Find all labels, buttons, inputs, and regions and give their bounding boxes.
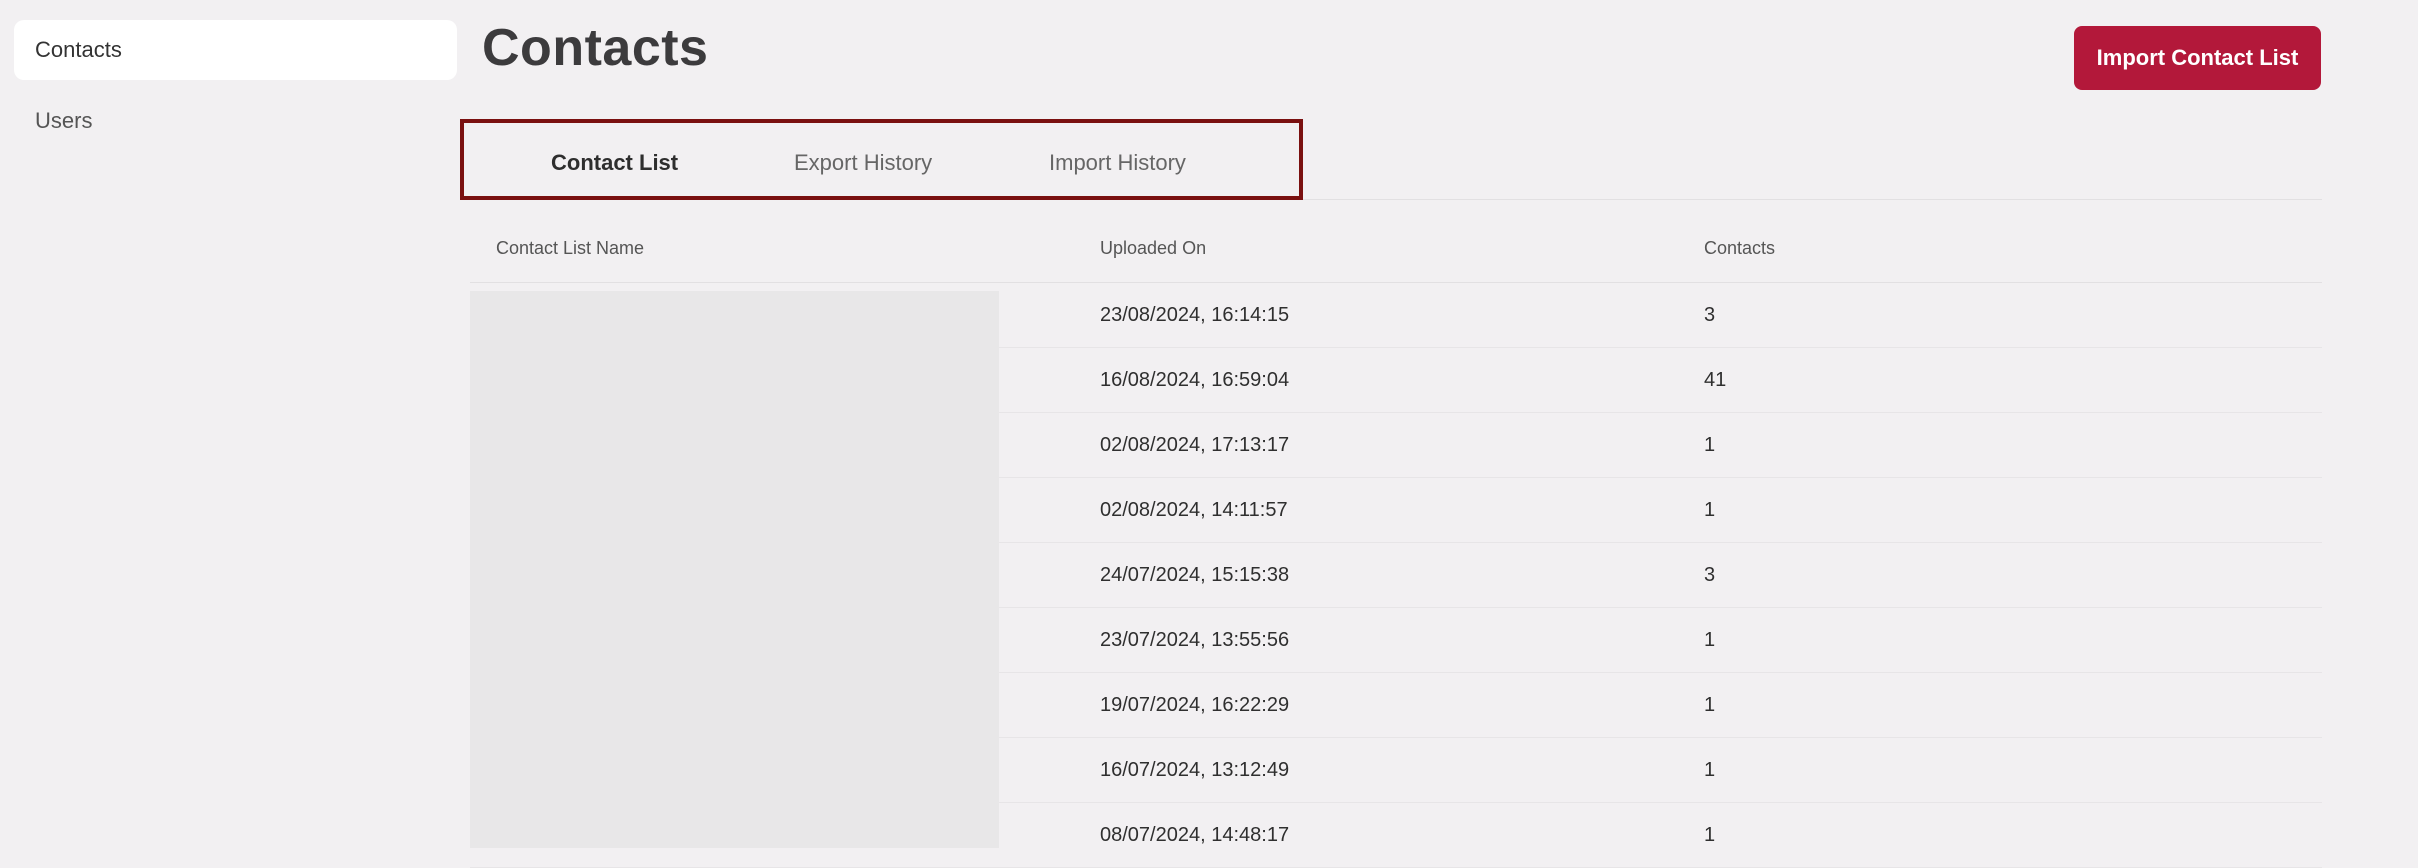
uploaded-on-cell: 24/07/2024, 15:15:38: [1100, 564, 1290, 586]
tab-contact-list[interactable]: Contact List: [551, 123, 678, 196]
uploaded-on-cell: 02/08/2024, 14:11:57: [1100, 499, 1288, 521]
sidebar: Contacts Users: [0, 0, 470, 862]
contacts-count-cell: 3: [1704, 304, 1716, 326]
contacts-count-cell: 1: [1704, 694, 1716, 716]
contacts-count-cell: 1: [1704, 629, 1716, 651]
uploaded-on-cell: 08/07/2024, 14:48:17: [1100, 824, 1290, 846]
uploaded-on-cell: 23/07/2024, 13:55:56: [1100, 629, 1290, 651]
import-contact-list-button[interactable]: Import Contact List: [2074, 26, 2321, 90]
tab-import-history[interactable]: Import History: [1049, 123, 1186, 196]
uploaded-on-cell: 23/08/2024, 16:14:15: [1100, 304, 1290, 326]
table-header: Contact List Name Uploaded On Contacts: [470, 220, 2322, 283]
tab-export-history[interactable]: Export History: [794, 123, 932, 196]
contacts-count-cell: 3: [1704, 564, 1716, 586]
column-header-contacts[interactable]: Contacts: [1704, 220, 1775, 276]
uploaded-on-cell: 02/08/2024, 17:13:17: [1100, 434, 1290, 456]
uploaded-on-cell: 16/07/2024, 13:12:49: [1100, 759, 1290, 781]
contacts-count-cell: 1: [1704, 434, 1716, 456]
tab-bar: Contact List Export History Import Histo…: [460, 119, 1303, 200]
sidebar-item-label: Contacts: [35, 37, 122, 62]
column-header-contact-list-name[interactable]: Contact List Name: [496, 220, 644, 276]
sidebar-item-contacts[interactable]: Contacts: [14, 20, 457, 80]
uploaded-on-cell: 16/08/2024, 16:59:04: [1100, 369, 1290, 391]
sidebar-item-label: Users: [35, 108, 93, 133]
uploaded-on-cell: 19/07/2024, 16:22:29: [1100, 694, 1290, 716]
column-header-uploaded-on[interactable]: Uploaded On: [1100, 220, 1206, 276]
main-content: Contacts Import Contact List Contact Lis…: [460, 0, 2418, 868]
contacts-count-cell: 1: [1704, 759, 1716, 781]
contacts-count-cell: 1: [1704, 499, 1716, 521]
page-title: Contacts: [482, 19, 709, 77]
sidebar-item-users[interactable]: Users: [14, 91, 457, 151]
contact-list-names-redacted: [470, 291, 999, 848]
contacts-count-cell: 41: [1704, 369, 1727, 391]
contacts-count-cell: 1: [1704, 824, 1716, 846]
